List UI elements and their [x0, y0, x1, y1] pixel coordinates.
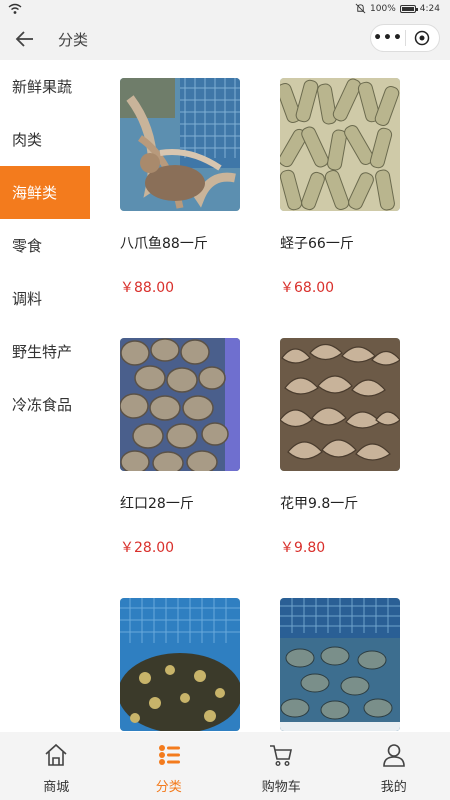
product-card[interactable]: 红口28一斤 ￥28.00	[120, 338, 245, 556]
back-arrow-icon[interactable]	[14, 28, 36, 50]
tab-label: 我的	[380, 780, 407, 795]
mute-bell-icon	[355, 3, 366, 14]
mini-program-capsule: •••	[370, 24, 440, 52]
product-photo-grouper	[120, 598, 240, 731]
cart-icon	[270, 745, 293, 767]
tab-profile[interactable]: 我的	[338, 732, 450, 800]
product-name: 红口28一斤	[120, 496, 194, 512]
category-sidebar: 新鲜果蔬 肉类 海鲜类 零食 调料 野生特产 冷冻食品	[0, 60, 90, 556]
product-name: 花甲9.8一斤	[280, 496, 359, 512]
tab-cart[interactable]: 购物车	[225, 732, 338, 800]
close-button[interactable]	[406, 25, 439, 51]
sidebar-item-seafood[interactable]: 海鲜类	[0, 166, 90, 219]
wifi-icon	[8, 3, 22, 14]
sidebar-item-fruits-vegetables[interactable]: 新鲜果蔬	[0, 60, 90, 113]
clock: 4:24	[419, 3, 440, 14]
bottom-tab-bar: 商城 分类 购物车 我的	[0, 732, 450, 800]
tab-mall[interactable]: 商城	[0, 732, 113, 800]
sidebar-item-frozen-food[interactable]: 冷冻食品	[0, 378, 90, 431]
user-icon	[382, 744, 405, 767]
product-list: 八爪鱼88一斤 ￥88.00 蛏子66一斤 ￥68.00 红口28一斤 ￥28.…	[90, 60, 450, 732]
battery-icon	[399, 4, 418, 13]
product-price: ￥88.00	[120, 280, 175, 296]
product-name: 八爪鱼88一斤	[120, 236, 208, 252]
status-bar: 100% 4:24	[0, 0, 450, 18]
sidebar-item-seasoning[interactable]: 调料	[0, 272, 90, 325]
tab-label: 分类	[155, 780, 182, 795]
product-photo-flower-clam	[280, 338, 400, 471]
product-card[interactable]	[280, 598, 405, 731]
page-title: 分类	[58, 31, 89, 49]
product-photo-crab-tank	[280, 598, 400, 731]
category-list-icon	[158, 745, 180, 765]
sidebar-item-wild-specialties[interactable]: 野生特产	[0, 325, 90, 378]
sidebar-item-snacks[interactable]: 零食	[0, 219, 90, 272]
tab-label: 商城	[43, 780, 70, 795]
product-price: ￥68.00	[280, 280, 335, 296]
sidebar-item-meat[interactable]: 肉类	[0, 113, 90, 166]
product-card[interactable]	[120, 598, 245, 731]
product-name: 蛏子66一斤	[280, 236, 354, 252]
nav-bar: 分类 •••	[0, 18, 450, 60]
product-photo-razor-clam	[280, 78, 400, 211]
product-card[interactable]: 八爪鱼88一斤 ￥88.00	[120, 78, 245, 296]
product-price: ￥9.80	[280, 540, 326, 556]
product-photo-clam	[120, 338, 240, 471]
more-button[interactable]: •••	[371, 25, 405, 51]
product-price: ￥28.00	[120, 540, 175, 556]
tab-label: 购物车	[261, 780, 301, 795]
battery-percent: 100%	[370, 3, 396, 14]
tab-category[interactable]: 分类	[113, 732, 226, 800]
product-card[interactable]: 蛏子66一斤 ￥68.00	[280, 78, 405, 296]
home-icon	[45, 743, 67, 766]
product-card[interactable]: 花甲9.8一斤 ￥9.80	[280, 338, 405, 556]
product-photo-octopus	[120, 78, 240, 211]
close-circle-icon	[415, 30, 430, 46]
